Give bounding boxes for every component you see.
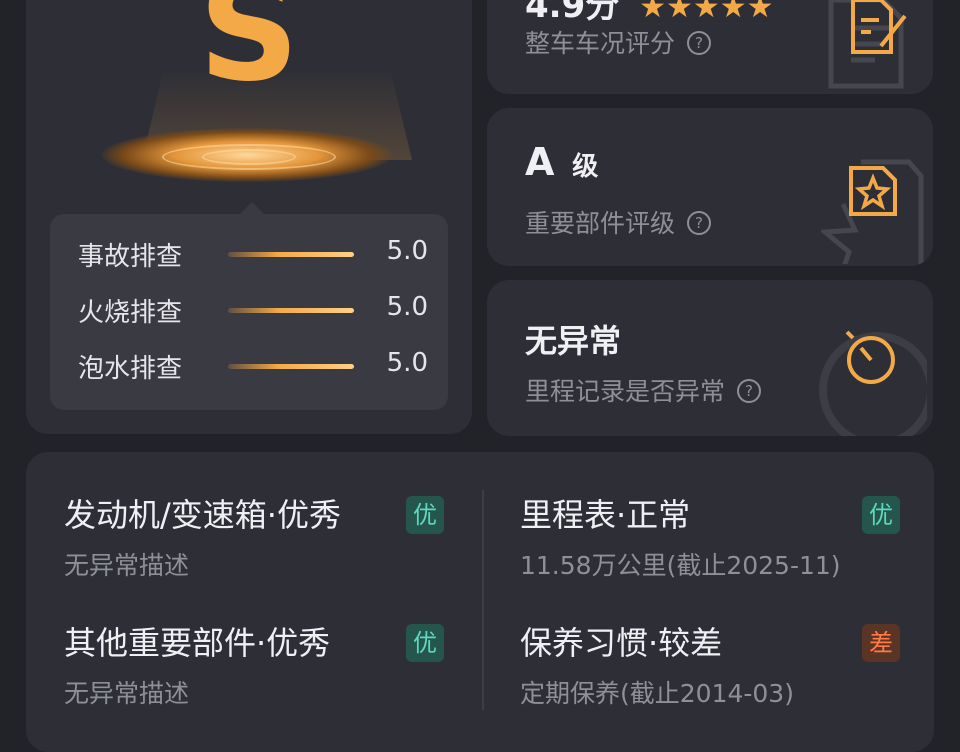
check-score: 5.0 xyxy=(386,348,428,378)
parts-grade-label: 重要部件评级 xyxy=(525,209,676,238)
check-row: 事故排查 5.0 xyxy=(78,234,428,274)
detail-desc: 定期保养(截止2014-03) xyxy=(520,679,794,708)
column-divider xyxy=(482,490,484,710)
detail-title: 其他重要部件·优秀 xyxy=(64,624,331,662)
overall-score-value: 4.9分 xyxy=(525,0,620,26)
question-circle-icon[interactable]: ? xyxy=(687,211,712,235)
mileage-check-subtitle: 里程记录是否异常? xyxy=(525,372,762,408)
overall-score-subtitle: 整车车况评分? xyxy=(525,24,712,60)
mileage-check-card[interactable]: 无异常 里程记录是否异常? xyxy=(487,280,933,436)
status-badge: 优 xyxy=(406,496,444,534)
check-score: 5.0 xyxy=(386,236,428,266)
parts-grade-subtitle: 重要部件评级? xyxy=(525,204,712,240)
stopwatch-icon xyxy=(819,330,927,436)
check-list: 事故排查 5.0 火烧排查 5.0 泡水排查 5.0 xyxy=(50,202,448,410)
detail-title: 发动机/变速箱·优秀 xyxy=(64,496,341,534)
check-label: 事故排查 xyxy=(78,242,183,272)
check-score-bar xyxy=(228,308,354,313)
question-circle-icon[interactable]: ? xyxy=(687,31,712,55)
parts-grade: A 级 xyxy=(525,140,598,184)
overall-score-label: 整车车况评分 xyxy=(525,29,676,58)
detail-desc: 无异常描述 xyxy=(64,551,190,580)
detail-card: 发动机/变速箱·优秀 无异常描述 优 里程表·正常 11.58万公里(截止202… xyxy=(26,452,934,752)
overall-score: 4.9分 ★★★★★ xyxy=(525,0,774,27)
status-badge: 优 xyxy=(862,496,900,534)
check-label: 泡水排查 xyxy=(78,354,183,384)
overall-score-card[interactable]: 4.9分 ★★★★★ 整车车况评分? xyxy=(487,0,933,94)
detail-desc: 无异常描述 xyxy=(64,679,190,708)
pedestal-ring-inner xyxy=(202,149,296,165)
grade-letter: S xyxy=(198,0,300,113)
status-badge: 优 xyxy=(406,624,444,662)
detail-title: 保养习惯·较差 xyxy=(520,624,723,662)
check-row: 火烧排查 5.0 xyxy=(78,290,428,330)
check-score-bar xyxy=(228,364,354,369)
detail-desc: 11.58万公里(截止2025-11) xyxy=(520,551,841,580)
mileage-check-label: 里程记录是否异常 xyxy=(525,377,726,406)
status-badge: 差 xyxy=(862,624,900,662)
grade-card: S 事故排查 5.0 火烧排查 5.0 泡水排查 5.0 xyxy=(26,0,472,434)
question-circle-icon[interactable]: ? xyxy=(737,379,762,403)
parts-grade-letter: A xyxy=(525,140,555,184)
document-edit-icon xyxy=(828,0,907,89)
check-score-bar xyxy=(228,252,354,257)
detail-title: 里程表·正常 xyxy=(520,496,691,534)
rating-stars-icon: ★★★★★ xyxy=(639,0,774,25)
check-score: 5.0 xyxy=(386,292,428,322)
mileage-check-title: 无异常 xyxy=(525,322,622,360)
star-document-icon xyxy=(821,159,924,264)
parts-grade-card[interactable]: A 级 重要部件评级? xyxy=(487,108,933,266)
check-row: 泡水排查 5.0 xyxy=(78,346,428,386)
parts-grade-suffix: 级 xyxy=(572,152,599,182)
check-label: 火烧排查 xyxy=(78,298,183,328)
